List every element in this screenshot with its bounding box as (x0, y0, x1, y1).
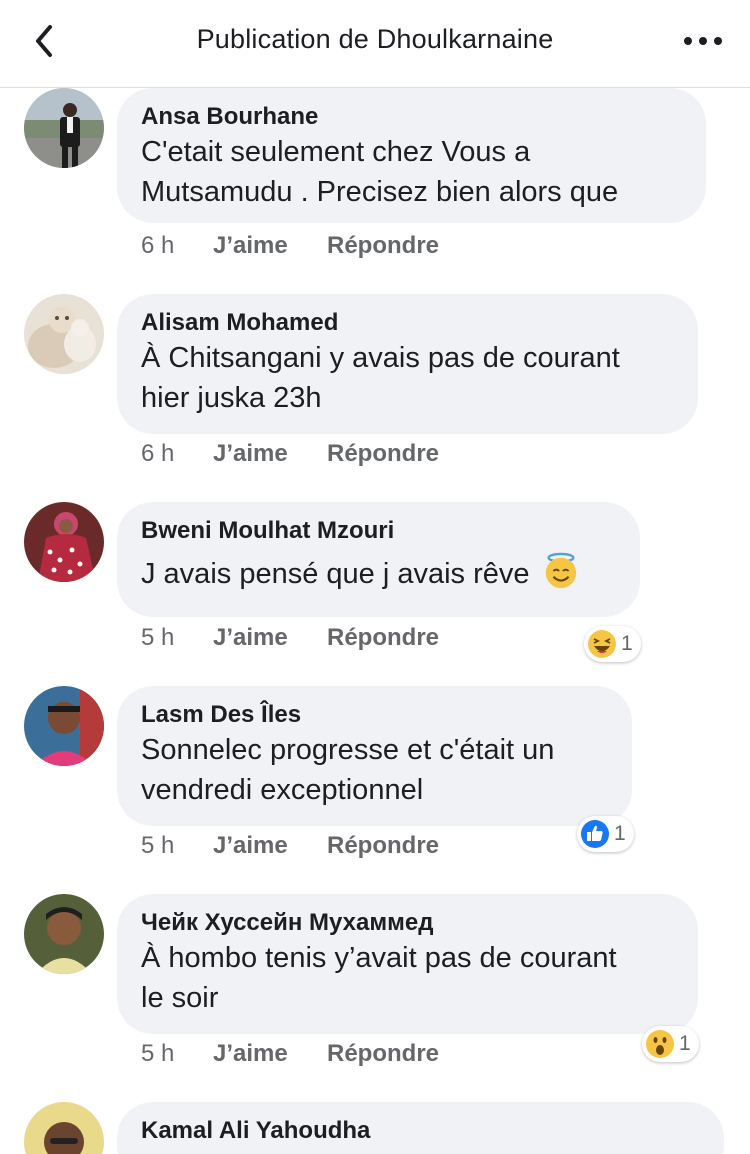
avatar[interactable] (24, 88, 104, 168)
comment-text-line: le soir (141, 982, 219, 1014)
comment-bubble[interactable]: Alisam Mohamed À Chitsangani y avais pas… (117, 294, 698, 434)
comment-timestamp[interactable]: 5 h (141, 623, 174, 653)
reaction-badge[interactable]: 1 (584, 626, 641, 662)
comment-bubble[interactable]: Bweni Moulhat Mzouri J avais pensé que j… (117, 502, 640, 617)
like-button[interactable]: J’aime (213, 623, 288, 653)
comment-text-line: C'etait seulement chez Vous a (141, 136, 531, 168)
comment-bubble[interactable]: Чейк Хуссейн Мухаммед À hombo tenis y’av… (117, 894, 698, 1034)
comment-timestamp[interactable]: 6 h (141, 231, 174, 261)
like-button[interactable]: J’aime (213, 1039, 288, 1069)
like-button[interactable]: J’aime (213, 439, 288, 469)
comment-timestamp[interactable]: 6 h (141, 439, 174, 469)
comment-bubble[interactable]: Ansa Bourhane C'etait seulement chez Vou… (117, 88, 706, 223)
app-header: Publication de Dhoulkarnaine (0, 0, 750, 88)
like-reaction-icon (581, 820, 609, 848)
page-title: Publication de Dhoulkarnaine (196, 24, 554, 54)
reaction-badge[interactable]: 1 (642, 1026, 699, 1062)
reaction-count: 1 (614, 822, 626, 845)
comment-timestamp[interactable]: 5 h (141, 1039, 174, 1069)
smiling-face-with-halo-icon (545, 552, 576, 589)
comment-bubble[interactable]: Kamal Ali Yahoudha (117, 1102, 724, 1154)
comment-text: J avais pensé que j avais rêve (141, 558, 530, 590)
comment-bubble[interactable]: Lasm Des Îles Sonnelec progresse et c'ét… (117, 686, 632, 826)
comments-feed[interactable]: Ansa Bourhane C'etait seulement chez Vou… (0, 88, 750, 1154)
reaction-count: 1 (621, 632, 633, 655)
wow-reaction-icon (646, 1030, 674, 1058)
reply-button[interactable]: Répondre (327, 1039, 439, 1069)
comment-text-line: hier juska 23h (141, 382, 322, 414)
comment-text-line: À Chitsangani y avais pas de courant (141, 342, 620, 374)
comment-text-line: Sonnelec progresse et c'était un (141, 734, 555, 766)
reaction-badge[interactable]: 1 (577, 816, 634, 852)
like-button[interactable]: J’aime (213, 231, 288, 261)
comment-author[interactable]: Чейк Хуссейн Мухаммед (141, 908, 674, 938)
reply-button[interactable]: Répondre (327, 831, 439, 861)
laughing-reaction-icon (588, 630, 616, 658)
comment-text-line: vendredi exceptionnel (141, 774, 424, 806)
more-options-button[interactable] (680, 26, 726, 56)
more-horizontal-icon (684, 37, 722, 45)
reply-button[interactable]: Répondre (327, 231, 439, 261)
avatar[interactable] (24, 686, 104, 766)
comment-author[interactable]: Bweni Moulhat Mzouri (141, 516, 616, 546)
reaction-count: 1 (679, 1032, 691, 1055)
avatar[interactable] (24, 894, 104, 974)
comment-text-line: Mutsamudu . Precisez bien alors que (141, 176, 619, 208)
avatar[interactable] (24, 294, 104, 374)
comment-author[interactable]: Alisam Mohamed (141, 308, 674, 338)
comment-text-line: J avais pensé que j avais rêve (141, 552, 616, 594)
comment-author[interactable]: Lasm Des Îles (141, 700, 608, 730)
avatar[interactable] (24, 502, 104, 582)
reply-button[interactable]: Répondre (327, 439, 439, 469)
comment-timestamp[interactable]: 5 h (141, 831, 174, 861)
avatar[interactable] (24, 1102, 104, 1154)
comment-author[interactable]: Kamal Ali Yahoudha (141, 1116, 700, 1146)
comment-author[interactable]: Ansa Bourhane (141, 102, 682, 132)
comment-text-line: À hombo tenis y’avait pas de courant (141, 942, 617, 974)
reply-button[interactable]: Répondre (327, 623, 439, 653)
like-button[interactable]: J’aime (213, 831, 288, 861)
